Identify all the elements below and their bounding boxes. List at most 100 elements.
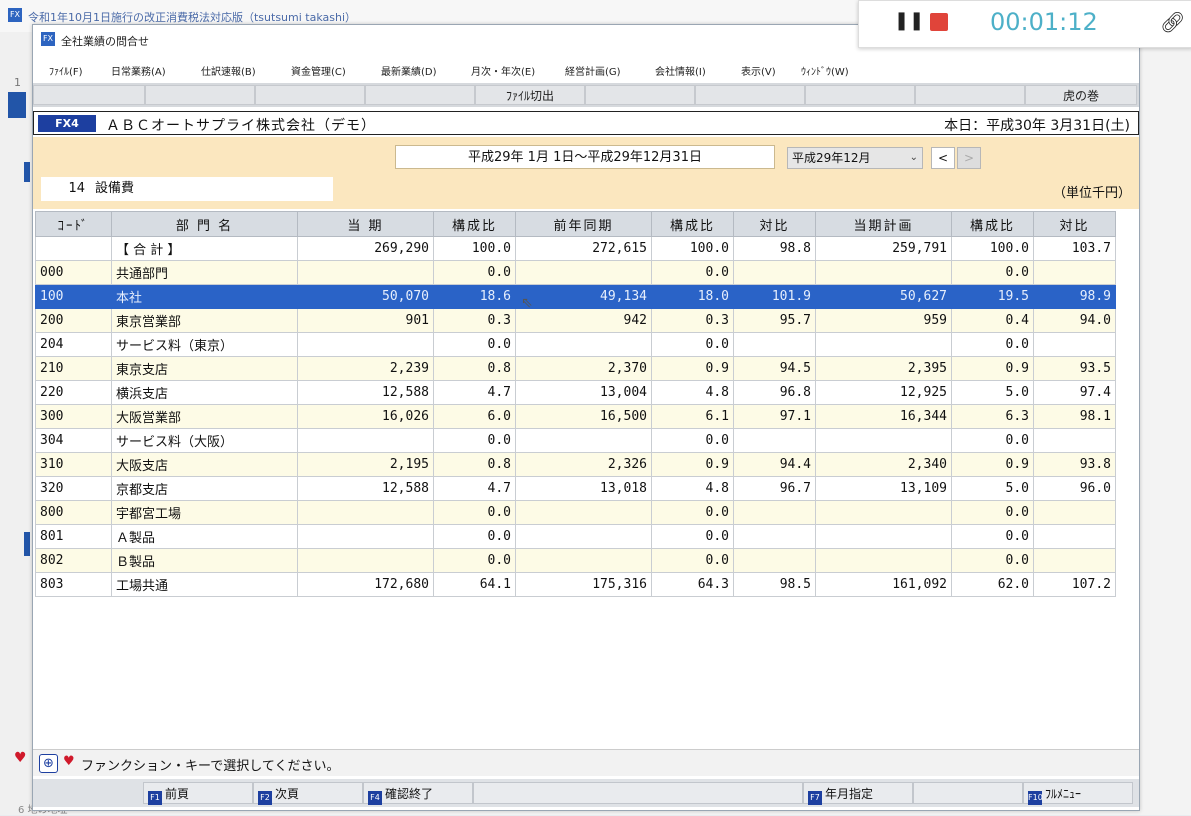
cell-prev: 942 bbox=[515, 308, 652, 333]
fn-slot[interactable] bbox=[805, 85, 915, 105]
table-row[interactable]: 803 工場共通 172,680 64.1 175,316 64.3 98.5 161,092… bbox=[35, 572, 1116, 597]
cell-code: 220 bbox=[35, 380, 112, 405]
table-row[interactable]: 310 大阪支店 2,195 0.8 2,326 0.9 94.4 2,340 0.9 93.8 bbox=[35, 452, 1116, 477]
table-row[interactable]: 320 京都支店 12,588 4.7 13,018 4.8 96.7 13,109 5.0 96… bbox=[35, 476, 1116, 501]
cell-ratio: 0.0 bbox=[433, 500, 516, 525]
menu-plan[interactable]: 経営計画(G) bbox=[565, 63, 621, 78]
column-header-dept[interactable]: 部 門 名 bbox=[111, 211, 298, 237]
table-row[interactable]: 【 合 計 】 269,290 100.0 272,615 100.0 98.8 259,7… bbox=[35, 236, 1116, 261]
cell-prev bbox=[515, 428, 652, 453]
cell-ratio: 0.3 bbox=[433, 308, 516, 333]
fkey-full-menu[interactable]: F10 ﾌﾙﾒﾆｭｰ bbox=[1023, 782, 1133, 805]
fkey-year-month[interactable]: F7 年月指定 bbox=[803, 782, 913, 805]
cell-ratio: 0.0 bbox=[651, 332, 734, 357]
cell-code: 210 bbox=[35, 356, 112, 381]
table-row[interactable]: 200 東京営業部 901 0.3 942 0.3 95.7 959 0.4 94.0 bbox=[35, 308, 1116, 333]
column-header-ratio[interactable]: 構成比 bbox=[651, 211, 734, 237]
cell-plan: 50,627 bbox=[815, 284, 952, 309]
cell-comparison: 107.2 bbox=[1033, 572, 1116, 597]
prev-month-button[interactable]: < bbox=[931, 147, 955, 169]
fkey-prev-page[interactable]: F1 前頁 bbox=[143, 782, 253, 805]
cell-ratio: 64.1 bbox=[433, 572, 516, 597]
cell-comparison: 93.8 bbox=[1033, 452, 1116, 477]
cell-ratio: 0.0 bbox=[651, 260, 734, 285]
column-header-comparison[interactable]: 対比 bbox=[1033, 211, 1116, 237]
menu-latest[interactable]: 最新業績(D) bbox=[381, 63, 437, 78]
next-month-button[interactable]: > bbox=[957, 147, 981, 169]
file-output-button[interactable]: ﾌｧｲﾙ切出 bbox=[475, 85, 585, 105]
cell-plan bbox=[815, 428, 952, 453]
menu-file[interactable]: ﾌｧｲﾙ(F) bbox=[49, 63, 83, 78]
cell-dept-name: 【 合 計 】 bbox=[111, 236, 298, 261]
menu-bar: ﾌｧｲﾙ(F) 日常業務(A) 仕訳速報(B) 資金管理(C) 最新業績(D) … bbox=[33, 59, 1139, 81]
fn-slot[interactable] bbox=[33, 85, 145, 105]
cell-current: 16,026 bbox=[297, 404, 434, 429]
fn-slot[interactable] bbox=[915, 85, 1025, 105]
status-message: ファンクション・キーで選択してください。 bbox=[81, 759, 340, 774]
cell-code: 000 bbox=[35, 260, 112, 285]
fn-slot[interactable] bbox=[145, 85, 255, 105]
fkey-next-page[interactable]: F2 次頁 bbox=[253, 782, 363, 805]
account-name-field[interactable]: 設備費 bbox=[91, 177, 333, 201]
cell-code: 100 bbox=[35, 284, 112, 309]
background-marker bbox=[24, 162, 30, 182]
cell-ratio: 0.9 bbox=[651, 452, 734, 477]
table-row[interactable]: 801 Ａ製品 0.0 0.0 0.0 bbox=[35, 524, 1116, 549]
table-row[interactable]: 210 東京支店 2,239 0.8 2,370 0.9 94.5 2,395 0.9 93.5 bbox=[35, 356, 1116, 381]
cell-ratio: 0.9 bbox=[951, 356, 1034, 381]
fn-slot[interactable] bbox=[695, 85, 805, 105]
table-row[interactable]: 300 大阪営業部 16,026 6.0 16,500 6.1 97.1 16,344 6.3 9… bbox=[35, 404, 1116, 429]
table-row[interactable]: 220 横浜支店 12,588 4.7 13,004 4.8 96.8 12,925 5.0 97… bbox=[35, 380, 1116, 405]
menu-journal[interactable]: 仕訳速報(B) bbox=[201, 63, 256, 78]
table-row[interactable]: 100 本社 50,070 18.6 49,134 18.0 101.9 50,627 19.5… bbox=[35, 284, 1116, 309]
cell-code: 200 bbox=[35, 308, 112, 333]
menu-funds[interactable]: 資金管理(C) bbox=[291, 63, 346, 78]
cell-prev bbox=[515, 260, 652, 285]
stop-icon[interactable] bbox=[930, 13, 948, 31]
cell-dept-name: 大阪支店 bbox=[111, 452, 298, 477]
menu-company[interactable]: 会社情報(I) bbox=[655, 63, 706, 78]
pause-icon[interactable]: ❚❚ bbox=[894, 10, 924, 31]
filter-panel: 平成29年 1月 1日～平成29年12月31日 平成29年12月 ⌄ < > 1… bbox=[33, 137, 1139, 209]
help-button[interactable]: 虎の巻 bbox=[1025, 85, 1137, 105]
link-icon[interactable]: 🔗︎ bbox=[1160, 10, 1185, 34]
cell-comparison: 93.5 bbox=[1033, 356, 1116, 381]
fn-slot[interactable] bbox=[585, 85, 695, 105]
cell-comparison: 94.4 bbox=[733, 452, 816, 477]
crosshair-icon[interactable]: ⊕ bbox=[39, 754, 58, 773]
column-header-comparison[interactable]: 対比 bbox=[733, 211, 816, 237]
column-header-current[interactable]: 当 期 bbox=[297, 211, 434, 237]
table-row[interactable]: 800 宇都宮工場 0.0 0.0 0.0 bbox=[35, 500, 1116, 525]
column-header-plan[interactable]: 当期計画 bbox=[815, 211, 952, 237]
cell-ratio: 0.9 bbox=[951, 452, 1034, 477]
menu-daily[interactable]: 日常業務(A) bbox=[111, 63, 166, 78]
month-select[interactable]: 平成29年12月 ⌄ bbox=[787, 147, 923, 169]
column-header-ratio[interactable]: 構成比 bbox=[433, 211, 516, 237]
column-header-code[interactable]: ｺｰﾄﾞ bbox=[35, 211, 112, 237]
cell-plan: 13,109 bbox=[815, 476, 952, 501]
cell-prev: 175,316 bbox=[515, 572, 652, 597]
fkey-empty[interactable] bbox=[473, 782, 803, 804]
cell-comparison: 96.7 bbox=[733, 476, 816, 501]
menu-window[interactable]: ｳｨﾝﾄﾞｳ(W) bbox=[801, 63, 849, 78]
fkey-empty[interactable] bbox=[913, 782, 1023, 804]
table-row[interactable]: 802 Ｂ製品 0.0 0.0 0.0 bbox=[35, 548, 1116, 573]
fn-slot[interactable] bbox=[365, 85, 475, 105]
table-row[interactable]: 304 サービス料（大阪） 0.0 0.0 0.0 bbox=[35, 428, 1116, 453]
column-header-ratio[interactable]: 構成比 bbox=[951, 211, 1034, 237]
period-field[interactable]: 平成29年 1月 1日～平成29年12月31日 bbox=[395, 145, 775, 169]
menu-view[interactable]: 表示(V) bbox=[741, 63, 776, 78]
cell-ratio: 0.0 bbox=[433, 548, 516, 573]
cell-current: 2,239 bbox=[297, 356, 434, 381]
table-row[interactable]: 000 共通部門 0.0 0.0 0.0 bbox=[35, 260, 1116, 285]
table-row[interactable]: 204 サービス料（東京） 0.0 0.0 0.0 bbox=[35, 332, 1116, 357]
cell-plan: 2,340 bbox=[815, 452, 952, 477]
fkey-confirm-exit[interactable]: F4 確認終了 bbox=[363, 782, 473, 805]
fkey-label: 確認終了 bbox=[385, 787, 434, 801]
menu-monthly[interactable]: 月次・年次(E) bbox=[471, 63, 535, 78]
cell-ratio: 18.6 bbox=[433, 284, 516, 309]
account-code-field[interactable]: 14 bbox=[41, 177, 91, 201]
cell-ratio: 0.9 bbox=[651, 356, 734, 381]
column-header-prev[interactable]: 前年同期 bbox=[515, 211, 652, 237]
fn-slot[interactable] bbox=[255, 85, 365, 105]
